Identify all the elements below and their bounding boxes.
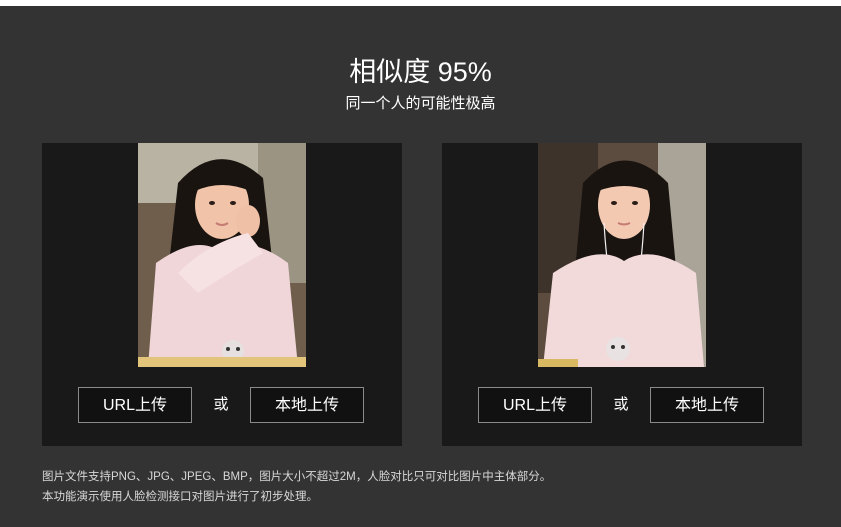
image-panel-left: URL上传 或 本地上传: [42, 143, 402, 446]
local-upload-button[interactable]: 本地上传: [650, 387, 764, 423]
image-panel-right: URL上传 或 本地上传: [442, 143, 802, 446]
or-separator: 或: [213, 396, 229, 413]
url-upload-button[interactable]: URL上传: [78, 387, 192, 423]
file-format-note: 图片文件支持PNG、JPG、JPEG、BMP，图片大小不超过2M，人脸对比只可对…: [42, 471, 552, 483]
demo-processing-note: 本功能演示使用人脸检测接口对图片进行了初步处理。: [42, 491, 318, 503]
similarity-score: 相似度 95%: [349, 57, 492, 87]
or-separator: 或: [613, 396, 629, 413]
local-upload-button[interactable]: 本地上传: [250, 387, 364, 423]
uploaded-photo-right: [538, 143, 706, 367]
face-compare-demo: 相似度 95% 同一个人的可能性极高 URL上传 或 本地上传 URL上传 或 …: [0, 6, 841, 527]
similarity-verdict: 同一个人的可能性极高: [345, 95, 496, 112]
uploaded-photo-left: [138, 143, 306, 367]
url-upload-button[interactable]: URL上传: [478, 387, 592, 423]
